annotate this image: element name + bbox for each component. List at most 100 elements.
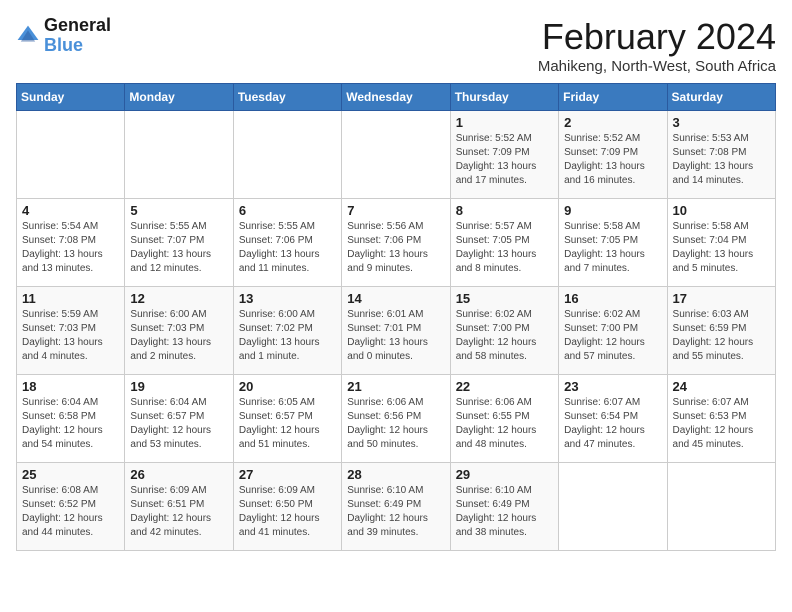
day-number: 16 [564,291,661,306]
day-number: 12 [130,291,227,306]
calendar-cell: 24 Sunrise: 6:07 AM Sunset: 6:53 PM Dayli… [667,375,775,463]
day-number: 22 [456,379,553,394]
logo-line1: General [44,16,111,36]
day-number: 3 [673,115,770,130]
calendar-cell: 1Sunrise: 5:52 AM Sunset: 7:09 PM Daylig… [450,111,558,199]
week-row-2: 4Sunrise: 5:54 AM Sunset: 7:08 PM Daylig… [17,199,776,287]
calendar-cell [125,111,233,199]
day-info: Sunrise: 5:52 AM Sunset: 7:09 PM Dayligh… [564,132,661,188]
day-number: 24 [673,379,770,394]
calendar-cell: 12 Sunrise: 6:00 AM Sunset: 7:03 PM Dayli… [125,287,233,375]
day-number: 15 [456,291,553,306]
calendar-cell: 28Sunrise: 6:10 AM Sunset: 6:49 PM Dayli… [342,463,450,551]
day-number: 7 [347,203,444,218]
calendar-cell: 27 Sunrise: 6:09 AM Sunset: 6:50 PM Dayli… [233,463,341,551]
calendar-cell: 21Sunrise: 6:06 AM Sunset: 6:56 PM Dayli… [342,375,450,463]
logo-icon [16,24,40,48]
day-number: 23 [564,379,661,394]
day-info: Sunrise: 6:00 AM Sunset: 7:03 PM Dayligh… [130,308,227,364]
day-info: Sunrise: 5:57 AM Sunset: 7:05 PM Dayligh… [456,220,553,276]
day-info: Sunrise: 6:02 AM Sunset: 7:00 PM Dayligh… [564,308,661,364]
calendar-cell: 17Sunrise: 6:03 AM Sunset: 6:59 PM Dayli… [667,287,775,375]
day-number: 11 [22,291,119,306]
calendar-cell: 19 Sunrise: 6:04 AM Sunset: 6:57 PM Dayli… [125,375,233,463]
calendar-cell: 3 Sunrise: 5:53 AM Sunset: 7:08 PM Daylig… [667,111,775,199]
calendar-cell: 14 Sunrise: 6:01 AM Sunset: 7:01 PM Dayli… [342,287,450,375]
days-header-row: SundayMondayTuesdayWednesdayThursdayFrid… [17,84,776,111]
day-header-friday: Friday [559,84,667,111]
day-number: 8 [456,203,553,218]
day-info: Sunrise: 6:04 AM Sunset: 6:57 PM Dayligh… [130,396,227,452]
calendar-cell: 23 Sunrise: 6:07 AM Sunset: 6:54 PM Dayli… [559,375,667,463]
calendar-cell [17,111,125,199]
logo-line2: Blue [44,36,111,56]
day-number: 28 [347,467,444,482]
calendar-cell: 11 Sunrise: 5:59 AM Sunset: 7:03 PM Dayli… [17,287,125,375]
calendar-cell: 26 Sunrise: 6:09 AM Sunset: 6:51 PM Dayli… [125,463,233,551]
day-number: 13 [239,291,336,306]
calendar-cell [342,111,450,199]
day-number: 2 [564,115,661,130]
calendar-cell: 15 Sunrise: 6:02 AM Sunset: 7:00 PM Dayli… [450,287,558,375]
day-info: Sunrise: 6:09 AM Sunset: 6:50 PM Dayligh… [239,484,336,540]
day-info: Sunrise: 6:03 AM Sunset: 6:59 PM Dayligh… [673,308,770,364]
calendar-table: SundayMondayTuesdayWednesdayThursdayFrid… [16,83,776,551]
calendar-cell: 22 Sunrise: 6:06 AM Sunset: 6:55 PM Dayli… [450,375,558,463]
week-row-5: 25 Sunrise: 6:08 AM Sunset: 6:52 PM Dayli… [17,463,776,551]
calendar-cell: 7 Sunrise: 5:56 AM Sunset: 7:06 PM Daylig… [342,199,450,287]
day-number: 20 [239,379,336,394]
day-info: Sunrise: 5:58 AM Sunset: 7:04 PM Dayligh… [673,220,770,276]
calendar-cell: 5Sunrise: 5:55 AM Sunset: 7:07 PM Daylig… [125,199,233,287]
day-number: 18 [22,379,119,394]
calendar-cell: 6 Sunrise: 5:55 AM Sunset: 7:06 PM Daylig… [233,199,341,287]
day-number: 29 [456,467,553,482]
calendar-cell: 29 Sunrise: 6:10 AM Sunset: 6:49 PM Dayli… [450,463,558,551]
calendar-cell: 10 Sunrise: 5:58 AM Sunset: 7:04 PM Dayli… [667,199,775,287]
calendar-cell [559,463,667,551]
calendar-cell: 20 Sunrise: 6:05 AM Sunset: 6:57 PM Dayli… [233,375,341,463]
calendar-cell [667,463,775,551]
day-number: 4 [22,203,119,218]
day-info: Sunrise: 5:56 AM Sunset: 7:06 PM Dayligh… [347,220,444,276]
day-number: 27 [239,467,336,482]
day-info: Sunrise: 6:01 AM Sunset: 7:01 PM Dayligh… [347,308,444,364]
day-header-thursday: Thursday [450,84,558,111]
day-info: Sunrise: 5:58 AM Sunset: 7:05 PM Dayligh… [564,220,661,276]
day-info: Sunrise: 6:07 AM Sunset: 6:54 PM Dayligh… [564,396,661,452]
day-info: Sunrise: 5:53 AM Sunset: 7:08 PM Dayligh… [673,132,770,188]
day-info: Sunrise: 6:08 AM Sunset: 6:52 PM Dayligh… [22,484,119,540]
day-info: Sunrise: 5:55 AM Sunset: 7:06 PM Dayligh… [239,220,336,276]
day-info: Sunrise: 6:07 AM Sunset: 6:53 PM Dayligh… [673,396,770,452]
day-info: Sunrise: 6:09 AM Sunset: 6:51 PM Dayligh… [130,484,227,540]
week-row-1: 1Sunrise: 5:52 AM Sunset: 7:09 PM Daylig… [17,111,776,199]
day-info: Sunrise: 6:00 AM Sunset: 7:02 PM Dayligh… [239,308,336,364]
day-number: 25 [22,467,119,482]
day-header-wednesday: Wednesday [342,84,450,111]
day-number: 10 [673,203,770,218]
day-info: Sunrise: 6:10 AM Sunset: 6:49 PM Dayligh… [456,484,553,540]
day-header-monday: Monday [125,84,233,111]
title-section: February 2024 Mahikeng, North-West, Sout… [538,16,776,75]
calendar-cell [233,111,341,199]
calendar-cell: 18 Sunrise: 6:04 AM Sunset: 6:58 PM Dayli… [17,375,125,463]
day-info: Sunrise: 6:05 AM Sunset: 6:57 PM Dayligh… [239,396,336,452]
day-info: Sunrise: 6:06 AM Sunset: 6:55 PM Dayligh… [456,396,553,452]
day-number: 14 [347,291,444,306]
day-info: Sunrise: 6:04 AM Sunset: 6:58 PM Dayligh… [22,396,119,452]
day-number: 6 [239,203,336,218]
day-info: Sunrise: 6:02 AM Sunset: 7:00 PM Dayligh… [456,308,553,364]
day-number: 19 [130,379,227,394]
day-header-tuesday: Tuesday [233,84,341,111]
day-info: Sunrise: 5:59 AM Sunset: 7:03 PM Dayligh… [22,308,119,364]
week-row-4: 18 Sunrise: 6:04 AM Sunset: 6:58 PM Dayli… [17,375,776,463]
calendar-cell: 16 Sunrise: 6:02 AM Sunset: 7:00 PM Dayli… [559,287,667,375]
day-number: 26 [130,467,227,482]
day-info: Sunrise: 6:06 AM Sunset: 6:56 PM Dayligh… [347,396,444,452]
calendar-cell: 13 Sunrise: 6:00 AM Sunset: 7:02 PM Dayli… [233,287,341,375]
day-number: 5 [130,203,227,218]
day-header-saturday: Saturday [667,84,775,111]
page-header: General Blue February 2024 Mahikeng, Nor… [16,16,776,75]
week-row-3: 11 Sunrise: 5:59 AM Sunset: 7:03 PM Dayli… [17,287,776,375]
calendar-cell: 9Sunrise: 5:58 AM Sunset: 7:05 PM Daylig… [559,199,667,287]
day-header-sunday: Sunday [17,84,125,111]
